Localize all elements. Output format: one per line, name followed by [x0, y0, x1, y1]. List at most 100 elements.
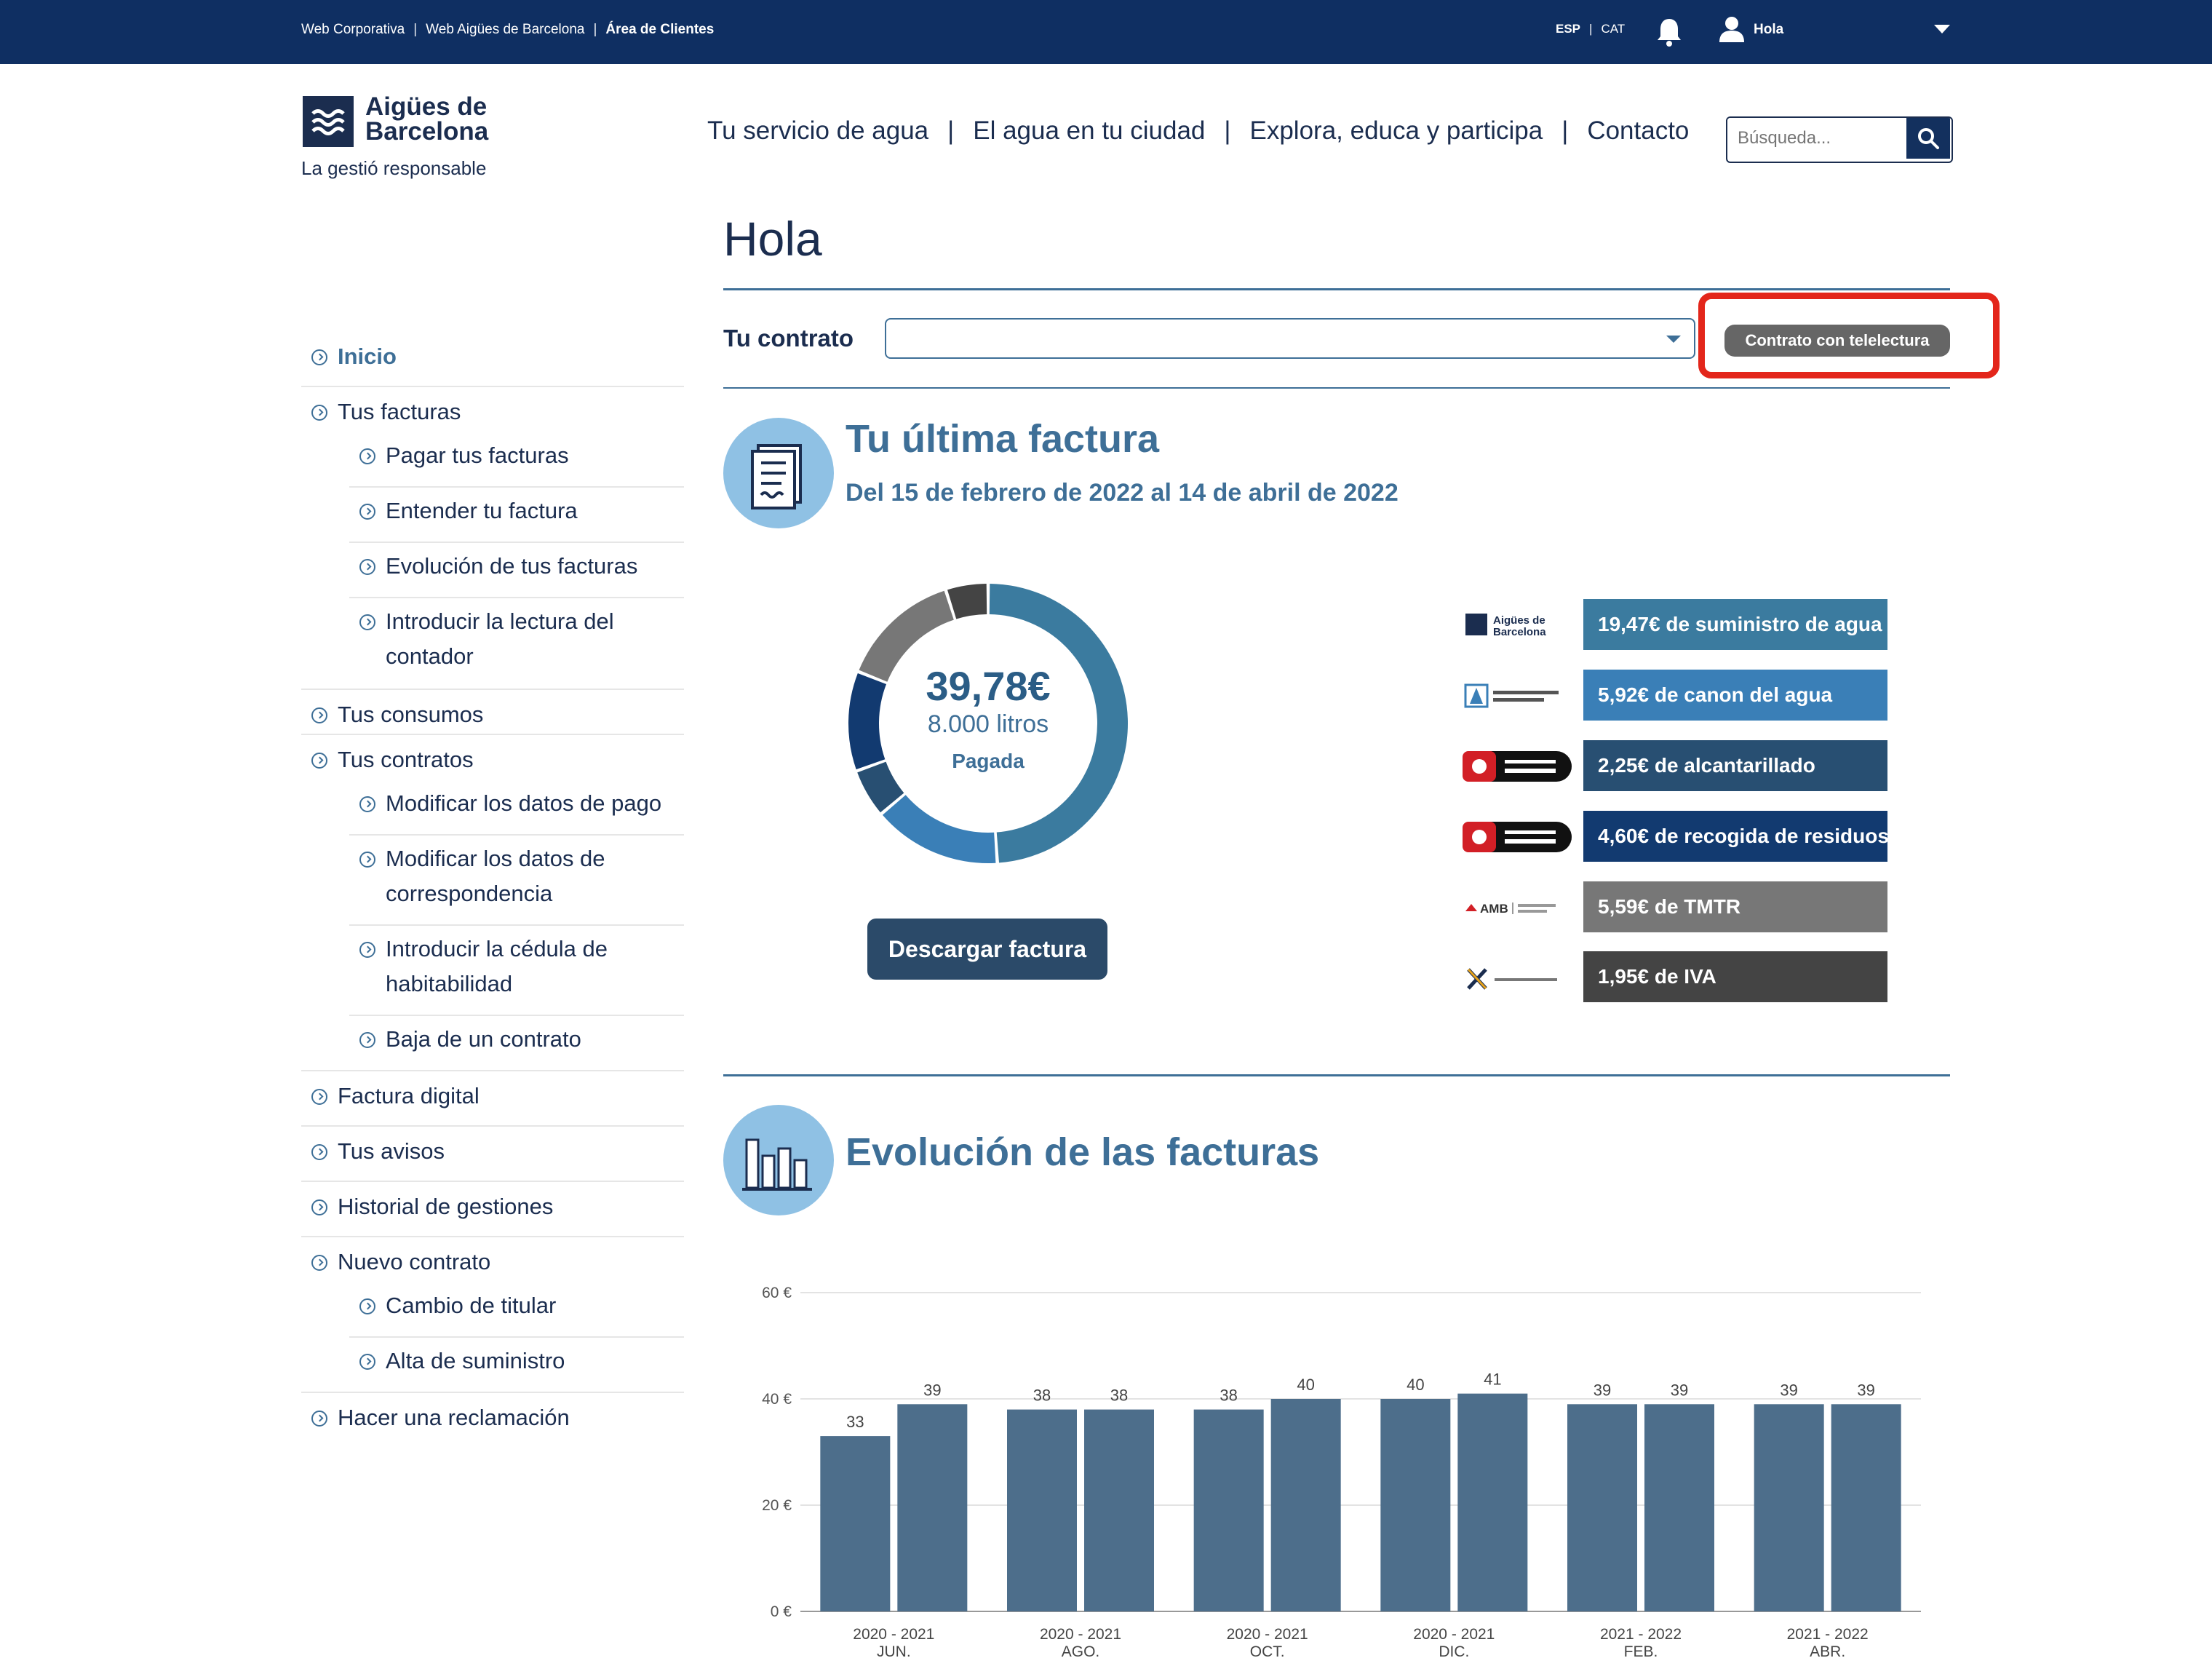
breakdown-water-canon: 5,92€ de canon del agua	[1583, 670, 1887, 721]
chevron-circle-icon	[311, 707, 327, 723]
bar-value-label: 38	[1033, 1387, 1051, 1405]
sidebar-item-historial[interactable]: Historial de gestiones	[311, 1194, 553, 1220]
breakdown-waste-collection: 4,60€ de recogida de residuos	[1583, 811, 1889, 862]
sidebar-item-nuevo-contrato[interactable]: Nuevo contrato	[311, 1249, 490, 1275]
x-tick-label: 2020 - 2021	[1227, 1626, 1308, 1643]
bar-chart-icon	[723, 1105, 834, 1215]
caret-down-icon[interactable]	[1934, 25, 1950, 33]
sidebar-item-alta-suministro[interactable]: Alta de suministro	[359, 1344, 680, 1379]
ajuntament-barcelona-logo	[1463, 748, 1572, 785]
bar	[1007, 1409, 1077, 1611]
search-input[interactable]	[1727, 118, 1906, 159]
sidebar-item-label: Tus avisos	[338, 1138, 445, 1164]
sidebar-item-consumos[interactable]: Tus consumos	[311, 702, 483, 728]
bar	[1831, 1404, 1901, 1611]
bar	[820, 1436, 891, 1611]
invoice-icon	[723, 418, 834, 528]
divider	[301, 1181, 684, 1182]
sidebar-item-label: Modificar los datos de pago	[386, 790, 662, 816]
bar-value-label: 38	[1110, 1387, 1128, 1405]
sidebar-item-label: Modificar los datos de correspondencia	[386, 846, 605, 906]
sidebar-item-pagar-facturas[interactable]: Pagar tus facturas	[359, 438, 680, 473]
invoice-evolution-chart: 0 €20 €40 €60 €33392020 - 2021JUN.38 3820…	[762, 1285, 1921, 1660]
divider	[349, 486, 684, 488]
contract-select[interactable]	[885, 318, 1695, 359]
sidebar-item-label: Cambio de titular	[386, 1293, 557, 1318]
nav-tu-servicio[interactable]: Tu servicio de agua	[707, 116, 928, 146]
sidebar-item-facturas[interactable]: Tus facturas	[311, 399, 461, 425]
chevron-circle-icon	[359, 852, 375, 868]
agencia-tributaria-logo	[1463, 959, 1572, 996]
sidebar-item-lectura-contador[interactable]: Introducir la lectura del contador	[359, 604, 680, 674]
logo-line-2: Barcelona	[365, 117, 489, 146]
amb-logo-text: AMB	[1480, 902, 1508, 916]
nav-contacto[interactable]: Contacto	[1587, 116, 1689, 146]
x-tick-label: 2021 - 2022	[1600, 1626, 1682, 1643]
chevron-circle-icon	[359, 1298, 375, 1314]
user-icon[interactable]	[1717, 15, 1746, 44]
link-separator: |	[413, 22, 418, 37]
invoice-liters: 8.000 litros	[927, 710, 1049, 738]
link-web-aigues[interactable]: Web Aigües de Barcelona	[426, 22, 584, 38]
bar	[1270, 1399, 1341, 1611]
search-button[interactable]	[1906, 118, 1950, 159]
logo-wordmark[interactable]: Aigües de Barcelona	[365, 94, 489, 146]
sidebar-item-contratos[interactable]: Tus contratos	[311, 747, 474, 773]
sidebar-item-label: Introducir la cédula de habitabilidad	[386, 936, 608, 996]
sidebar-item-cedula[interactable]: Introducir la cédula de habitabilidad	[359, 932, 680, 1001]
sidebar-item-cambio-titular[interactable]: Cambio de titular	[359, 1288, 680, 1323]
donut-slice	[882, 795, 996, 863]
sidebar-item-label: Tus consumos	[338, 702, 484, 727]
sidebar-item-inicio[interactable]: Inicio	[311, 344, 397, 370]
divider	[301, 1236, 684, 1237]
bar-value-label: 39	[923, 1381, 941, 1399]
chevron-circle-icon	[359, 942, 375, 958]
sidebar-item-entender-factura[interactable]: Entender tu factura	[359, 493, 680, 528]
bar	[1567, 1404, 1637, 1611]
chevron-circle-icon	[359, 614, 375, 630]
chevron-circle-icon	[359, 559, 375, 575]
sidebar-item-evolucion-facturas[interactable]: Evolución de tus facturas	[359, 549, 680, 584]
nav-agua-ciudad[interactable]: El agua en tu ciudad	[973, 116, 1205, 146]
bell-icon[interactable]	[1655, 16, 1684, 48]
chevron-circle-icon	[311, 1255, 327, 1271]
chevron-circle-icon	[359, 504, 375, 520]
breakdown-sewerage: 2,25€ de alcantarillado	[1583, 740, 1887, 791]
bar-value-label: 38	[1220, 1387, 1237, 1405]
user-greeting[interactable]: Hola	[1754, 22, 1783, 38]
ajuntament-barcelona-logo	[1463, 819, 1572, 855]
amb-logo: AMB	[1463, 889, 1572, 926]
x-tick-label: 2020 - 2021	[853, 1626, 934, 1643]
y-tick-label: 60 €	[762, 1285, 792, 1301]
sidebar-item-factura-digital[interactable]: Factura digital	[311, 1083, 480, 1109]
sidebar-item-baja-contrato[interactable]: Baja de un contrato	[359, 1022, 680, 1057]
sidebar-item-reclamacion[interactable]: Hacer una reclamación	[311, 1405, 570, 1431]
sidebar-item-label: Nuevo contrato	[338, 1249, 491, 1274]
link-area-clientes[interactable]: Área de Clientes	[605, 22, 714, 38]
lang-ca[interactable]: CAT	[1601, 22, 1625, 36]
nav-separator: |	[1224, 116, 1231, 145]
sidebar-item-label: Historial de gestiones	[338, 1194, 554, 1219]
bar-value-label: 39	[1594, 1381, 1611, 1399]
chevron-circle-icon	[359, 1032, 375, 1048]
chevron-circle-icon	[311, 1199, 327, 1215]
bar	[897, 1404, 968, 1611]
divider	[349, 597, 684, 598]
lang-es[interactable]: ESP	[1556, 22, 1580, 36]
divider	[349, 1015, 684, 1016]
bar-value-label: 41	[1484, 1370, 1501, 1389]
download-invoice-button[interactable]: Descargar factura	[867, 919, 1107, 980]
sidebar-item-avisos[interactable]: Tus avisos	[311, 1138, 445, 1165]
chevron-circle-icon	[311, 1411, 327, 1427]
bar-value-label: 39	[1671, 1381, 1688, 1399]
bar	[1193, 1409, 1264, 1611]
link-web-corporativa[interactable]: Web Corporativa	[301, 22, 405, 38]
sidebar-item-label: Alta de suministro	[386, 1348, 565, 1373]
nav-explora[interactable]: Explora, educa y participa	[1249, 116, 1543, 146]
logo-icon[interactable]	[303, 96, 354, 147]
sidebar-item-datos-correspondencia[interactable]: Modificar los datos de correspondencia	[359, 841, 680, 911]
divider	[349, 1336, 684, 1338]
invoice-amount: 39,78€	[926, 663, 1051, 709]
sidebar-item-label: Entender tu factura	[386, 498, 578, 523]
sidebar-item-datos-pago[interactable]: Modificar los datos de pago	[359, 786, 680, 821]
